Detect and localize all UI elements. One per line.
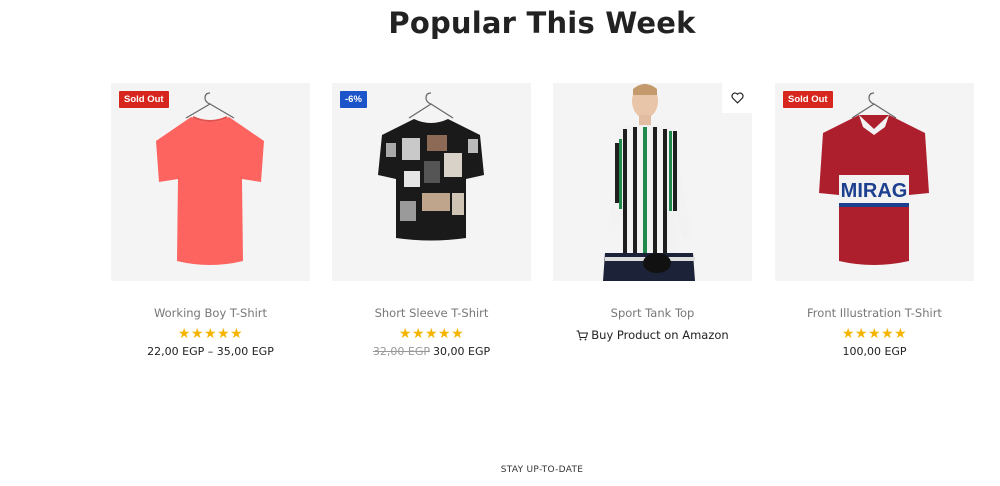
product-title[interactable]: Working Boy T-Shirt <box>111 306 310 320</box>
product-price: 100,00 EGP <box>842 345 907 358</box>
sale-price: 30,00 EGP <box>433 345 491 358</box>
newsletter-heading: STAY UP-TO-DATE <box>500 465 584 475</box>
polo-image: MIRAG <box>819 92 929 265</box>
rating-stars: ★★★★★ <box>398 325 465 341</box>
product-grid: Sold Out Working Boy T-Shirt ★★★★★ 22,00… <box>111 83 975 383</box>
heart-icon <box>730 92 744 104</box>
product-card-front-illustration[interactable]: MIRAG Sold Out Front Illustration T-Shir… <box>775 83 974 358</box>
product-image[interactable] <box>553 83 752 281</box>
product-card-short-sleeve[interactable]: -6% Short Sleeve T-Shirt ★★★★★ 32,00 EGP… <box>332 83 531 358</box>
product-image[interactable]: -6% <box>332 83 531 281</box>
product-price: 32,00 EGP 30,00 EGP <box>332 345 531 358</box>
product-card-working-boy[interactable]: Sold Out Working Boy T-Shirt ★★★★★ 22,00… <box>111 83 310 358</box>
product-price: 22,00 EGP – 35,00 EGP <box>147 345 274 358</box>
rating-stars: ★★★★★ <box>177 325 244 341</box>
discount-badge: -6% <box>340 91 367 108</box>
rating-stars: ★★★★★ <box>841 325 908 341</box>
old-price: 32,00 EGP <box>372 345 430 358</box>
product-title[interactable]: Front Illustration T-Shirt <box>775 306 974 320</box>
product-title[interactable]: Sport Tank Top <box>553 306 752 320</box>
section-title: Popular This Week <box>388 6 696 40</box>
buy-label: Buy Product on Amazon <box>591 328 729 342</box>
product-image[interactable]: Sold Out <box>111 83 310 281</box>
tshirt-image <box>378 92 484 241</box>
svg-text:MIRAG: MIRAG <box>841 180 908 202</box>
tshirt-image <box>156 92 264 265</box>
product-card-sport-tank[interactable]: Sport Tank Top Buy Product on Amazon <box>553 83 752 342</box>
product-title[interactable]: Short Sleeve T-Shirt <box>332 306 531 320</box>
product-image[interactable]: MIRAG Sold Out <box>775 83 974 281</box>
cart-icon <box>576 330 589 341</box>
buy-on-amazon-link[interactable]: Buy Product on Amazon <box>553 328 752 342</box>
sold-out-badge: Sold Out <box>119 91 169 108</box>
sold-out-badge: Sold Out <box>783 91 833 108</box>
wishlist-button[interactable] <box>722 83 752 113</box>
